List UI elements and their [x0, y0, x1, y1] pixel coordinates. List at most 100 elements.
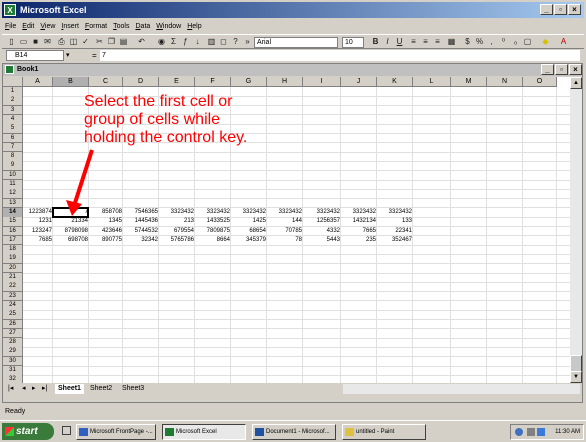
task-word[interactable]: Document1 - Microsof... — [252, 424, 336, 440]
borders-icon[interactable]: ▢ — [522, 37, 533, 47]
cell[interactable]: 7685 — [23, 236, 53, 245]
cell[interactable]: 352467 — [377, 236, 413, 245]
cell[interactable]: 3323432 — [231, 208, 267, 217]
row-header[interactable]: 3 — [3, 105, 23, 116]
row-header[interactable]: 26 — [3, 319, 23, 330]
column-header[interactable]: B — [53, 77, 89, 87]
decrease-decimal-icon[interactable]: ₀ — [510, 37, 521, 47]
currency-button[interactable]: $ — [462, 37, 473, 47]
close-button[interactable]: × — [568, 4, 581, 15]
row-header[interactable]: 24 — [3, 300, 23, 311]
merge-icon[interactable]: ▦ — [446, 37, 457, 47]
cell[interactable]: 679554 — [159, 227, 195, 236]
tab-nav-last-icon[interactable]: ▸| — [39, 384, 50, 394]
row-header[interactable]: 5 — [3, 124, 23, 134]
align-center-icon[interactable]: ≡ — [420, 37, 431, 47]
row-header[interactable]: 13 — [3, 198, 23, 209]
cell[interactable]: 345379 — [231, 236, 267, 245]
new-icon[interactable]: ▯ — [6, 37, 17, 47]
select-all-corner[interactable] — [3, 77, 23, 87]
horizontal-scrollbar[interactable] — [343, 384, 580, 394]
bold-button[interactable]: B — [370, 37, 381, 47]
tab-nav-prev-icon[interactable]: ◂ — [19, 384, 29, 394]
row-header[interactable]: 28 — [3, 338, 23, 348]
cell[interactable]: 890775 — [89, 236, 123, 245]
fill-color-icon[interactable]: ◆ — [540, 37, 551, 47]
book-restore-button[interactable]: ▫ — [555, 64, 568, 75]
task-paint[interactable]: untitled - Paint — [342, 424, 426, 440]
cell[interactable]: 698708 — [53, 236, 89, 245]
cell[interactable]: 3323432 — [159, 208, 195, 217]
row-header[interactable]: 21 — [3, 273, 23, 283]
row-header[interactable]: 18 — [3, 245, 23, 255]
tab-sheet1[interactable]: Sheet1 — [55, 384, 84, 394]
cell[interactable]: 213 — [159, 217, 195, 226]
paste-icon[interactable]: ▤ — [118, 37, 129, 47]
menu-tools[interactable]: Tools — [110, 20, 132, 33]
menu-file[interactable]: File — [2, 20, 19, 33]
column-header[interactable]: H — [267, 77, 303, 87]
cell[interactable]: 144 — [267, 217, 303, 226]
tray-app-icon[interactable] — [537, 428, 545, 436]
row-header[interactable]: 10 — [3, 170, 23, 181]
restore-button[interactable]: ▫ — [554, 4, 567, 15]
chart-icon[interactable]: ▥ — [206, 37, 217, 47]
hyperlink-icon[interactable]: ◉ — [156, 37, 167, 47]
task-frontpage[interactable]: Microsoft FrontPage -... — [76, 424, 156, 440]
cell[interactable]: 7665 — [341, 227, 377, 236]
task-excel[interactable]: Microsoft Excel — [162, 424, 246, 440]
cell[interactable]: 3323432 — [303, 208, 341, 217]
tab-sheet2[interactable]: Sheet2 — [87, 384, 115, 394]
menu-data[interactable]: Data — [132, 20, 153, 33]
column-header[interactable]: J — [341, 77, 377, 87]
column-header[interactable]: L — [413, 77, 451, 87]
cell[interactable]: 78 — [267, 236, 303, 245]
increase-decimal-icon[interactable]: ⁰ — [498, 37, 509, 47]
row-header[interactable]: 7 — [3, 142, 23, 153]
cell[interactable]: 5765786 — [159, 236, 195, 245]
cell[interactable]: 4332 — [303, 227, 341, 236]
cell[interactable]: 32342 — [123, 236, 159, 245]
cell[interactable]: 8798098 — [53, 227, 89, 236]
row-header[interactable]: 22 — [3, 282, 23, 292]
autosum-icon[interactable]: Σ — [168, 37, 179, 47]
row-header[interactable]: 14 — [3, 207, 23, 218]
comma-icon[interactable]: , — [486, 37, 497, 47]
row-header[interactable]: 20 — [3, 263, 23, 274]
row-header[interactable]: 27 — [3, 328, 23, 339]
italic-button[interactable]: I — [382, 37, 393, 47]
spelling-icon[interactable]: ✓ — [80, 37, 91, 47]
quicklaunch-icon[interactable] — [62, 426, 71, 435]
book-close-button[interactable]: × — [569, 64, 582, 75]
cell[interactable]: 8664 — [195, 236, 231, 245]
cell[interactable]: 1223874 — [23, 208, 53, 217]
cell[interactable]: 1231 — [23, 217, 53, 226]
row-header[interactable]: 2 — [3, 96, 23, 106]
name-box[interactable]: B14 — [6, 50, 64, 61]
cut-icon[interactable]: ✂ — [94, 37, 105, 47]
formula-input[interactable]: 7 — [100, 50, 580, 61]
function-icon[interactable]: ƒ — [180, 37, 191, 47]
column-header[interactable]: K — [377, 77, 413, 87]
save-icon[interactable]: ■ — [30, 37, 41, 47]
column-header[interactable]: C — [89, 77, 123, 87]
row-header[interactable]: 17 — [3, 235, 23, 246]
cell[interactable]: 3323432 — [341, 208, 377, 217]
cell[interactable]: 1433525 — [195, 217, 231, 226]
cell[interactable]: 3323432 — [195, 208, 231, 217]
column-header[interactable]: F — [195, 77, 231, 87]
column-header[interactable]: E — [159, 77, 195, 87]
menu-edit[interactable]: Edit — [19, 20, 37, 33]
tab-nav-next-icon[interactable]: ▸ — [29, 384, 39, 394]
row-header[interactable]: 12 — [3, 189, 23, 199]
cell[interactable]: 68654 — [231, 227, 267, 236]
cell[interactable]: 5744532 — [123, 227, 159, 236]
row-header[interactable]: 31 — [3, 366, 23, 376]
tab-nav-first-icon[interactable]: |◂ — [5, 384, 16, 394]
menu-window[interactable]: Window — [153, 20, 184, 33]
column-header[interactable]: D — [123, 77, 159, 87]
percent-button[interactable]: % — [474, 37, 485, 47]
cell[interactable]: 123247 — [23, 227, 53, 236]
cell[interactable]: 7809875 — [195, 227, 231, 236]
cell[interactable]: 3323432 — [267, 208, 303, 217]
